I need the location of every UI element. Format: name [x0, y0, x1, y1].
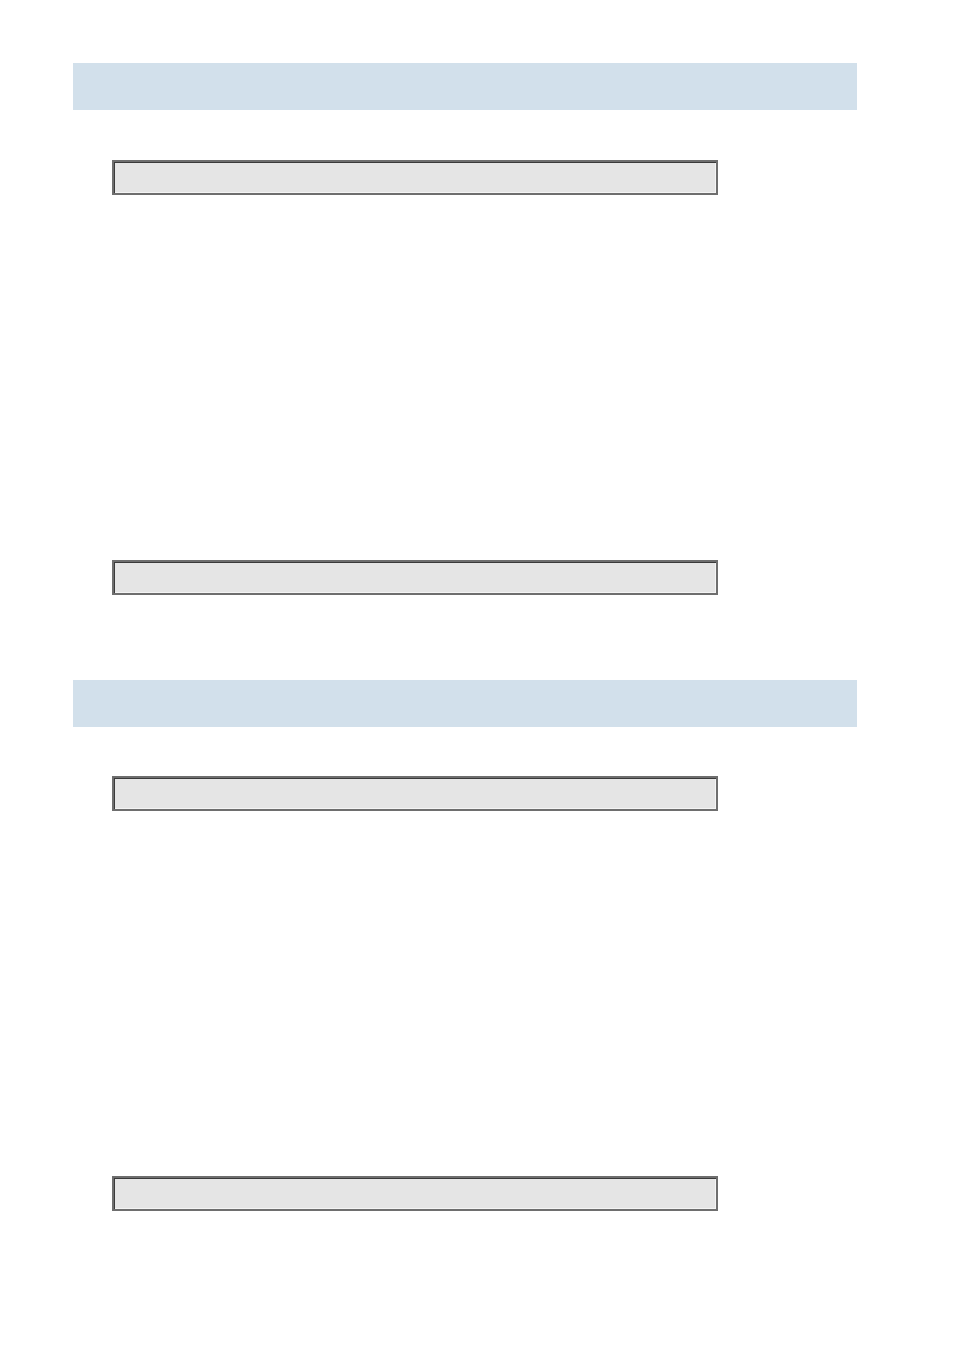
- section-header-2: [73, 680, 857, 727]
- input-field-2-1[interactable]: [112, 776, 718, 811]
- input-field-2-2[interactable]: [112, 1176, 718, 1211]
- input-field-1-2[interactable]: [112, 560, 718, 595]
- input-field-1-1[interactable]: [112, 160, 718, 195]
- section-header-1: [73, 63, 857, 110]
- page: [0, 0, 954, 1350]
